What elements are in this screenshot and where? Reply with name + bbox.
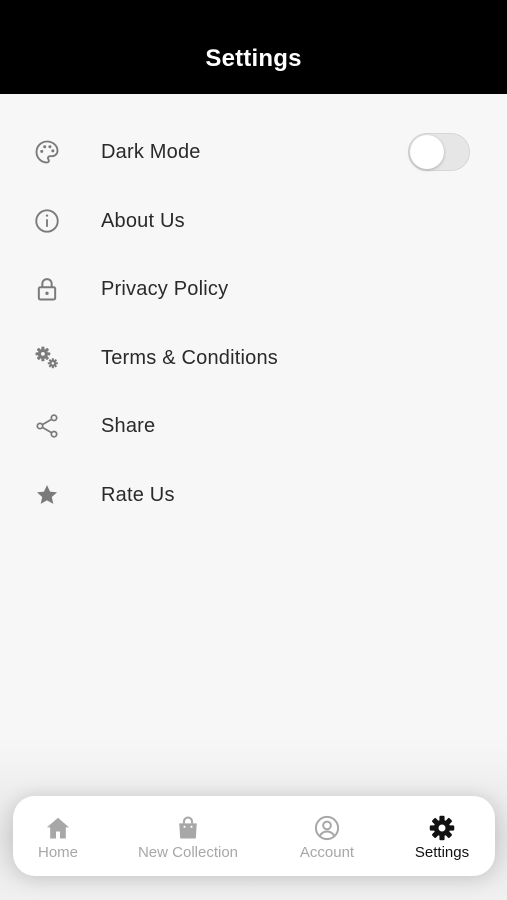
settings-item-terms-conditions[interactable]: Terms & Conditions <box>0 324 507 393</box>
tab-label: Account <box>299 844 355 861</box>
settings-item-share[interactable]: Share <box>0 392 507 461</box>
settings-item-dark-mode[interactable]: Dark Mode <box>0 118 507 187</box>
tab-home[interactable]: Home <box>27 796 89 876</box>
settings-item-label: Dark Mode <box>101 141 201 164</box>
gears-icon <box>33 344 61 372</box>
gear-icon <box>429 815 455 841</box>
dark-mode-toggle[interactable] <box>408 133 470 172</box>
page-title: Settings <box>205 45 302 72</box>
account-icon <box>314 815 340 841</box>
header-bar: Settings <box>0 0 507 94</box>
info-icon <box>33 207 61 235</box>
toggle-knob <box>410 135 444 170</box>
settings-item-privacy-policy[interactable]: Privacy Policy <box>0 255 507 324</box>
settings-item-label: Terms & Conditions <box>101 346 278 369</box>
settings-item-rate-us[interactable]: Rate Us <box>0 461 507 530</box>
settings-item-label: About Us <box>101 209 185 232</box>
tab-label: Settings <box>414 844 470 861</box>
tab-new-collection[interactable]: New Collection <box>131 796 245 876</box>
share-icon <box>33 412 61 440</box>
settings-item-label: Privacy Policy <box>101 278 229 301</box>
tab-label: Home <box>37 844 78 861</box>
tab-account[interactable]: Account <box>290 796 364 876</box>
settings-item-label: Share <box>101 415 156 438</box>
lock-icon <box>33 275 61 303</box>
settings-list: Dark Mode About Us Privacy Policy Terms … <box>0 118 507 529</box>
settings-item-label: Rate Us <box>101 483 175 506</box>
settings-item-about-us[interactable]: About Us <box>0 187 507 256</box>
tab-label: New Collection <box>137 844 239 861</box>
star-icon <box>33 481 61 509</box>
settings-screen: Settings Dark Mode About Us Privacy Poli… <box>0 0 507 900</box>
palette-icon <box>33 138 61 166</box>
home-icon <box>46 817 70 839</box>
tab-settings[interactable]: Settings <box>407 796 477 876</box>
shopping-bag-icon <box>179 816 197 839</box>
bottom-tab-bar: Home New Collection Account Settings <box>13 796 495 876</box>
